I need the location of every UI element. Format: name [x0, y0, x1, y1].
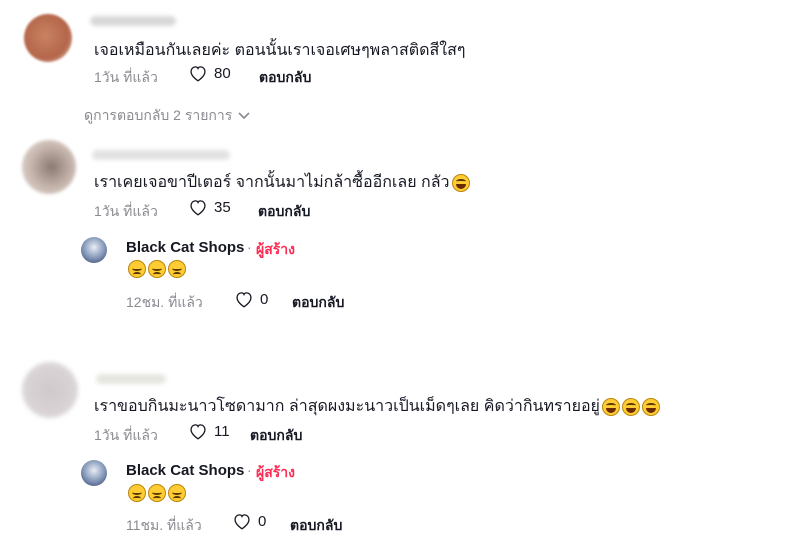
commenter-name-blurred: [92, 150, 230, 160]
commenter-avatar[interactable]: [22, 362, 78, 418]
reply-button[interactable]: ตอบกลับ: [259, 67, 311, 89]
view-replies-toggle[interactable]: ดูการตอบกลับ 2 รายการ: [84, 105, 250, 127]
comment-time: 1วัน ที่แล้ว: [94, 203, 158, 219]
tears-of-joy-emoji: [601, 397, 620, 416]
comment-time: 1วัน ที่แล้ว: [94, 69, 158, 85]
like-count: 0: [260, 290, 269, 308]
shop-avatar[interactable]: [81, 460, 107, 486]
like-button[interactable]: 80: [188, 64, 231, 82]
shop-avatar[interactable]: [81, 237, 107, 263]
commenter-name-blurred: [96, 374, 166, 384]
reply-time: 12ชม. ที่แล้ว: [126, 294, 203, 310]
like-count: 11: [214, 422, 230, 440]
pleading-face-emoji: [128, 484, 146, 502]
heart-outline-icon: [236, 292, 252, 308]
like-count: 80: [214, 64, 231, 82]
comment-text: เราเคยเจอขาปีเตอร์ จากนั้นมาไม่กล้าซื้ออ…: [94, 170, 470, 195]
like-button[interactable]: 35: [188, 198, 231, 216]
chevron-down-icon: [238, 112, 250, 120]
heart-outline-icon: [190, 66, 206, 82]
reply-button[interactable]: ตอบกลับ: [290, 515, 342, 537]
comment-text: เราขอบกินมะนาวโซดามาก ล่าสุดผงมะนาวเป็นเ…: [94, 394, 660, 419]
reply-like-button[interactable]: 0: [232, 512, 266, 530]
reply-author[interactable]: Black Cat Shops: [126, 462, 244, 479]
like-button[interactable]: 11: [188, 422, 230, 440]
commenter-avatar[interactable]: [24, 14, 72, 62]
reply-button[interactable]: ตอบกลับ: [250, 425, 302, 447]
creator-badge: ผู้สร้าง: [256, 464, 295, 480]
reply-button[interactable]: ตอบกลับ: [258, 201, 310, 223]
like-count: 0: [258, 512, 267, 530]
commenter-avatar[interactable]: [22, 140, 76, 194]
pleading-face-emoji: [148, 484, 166, 502]
comment-text: เจอเหมือนกันเลยค่ะ ตอนนั้นเราเจอเศษๆพลาส…: [94, 42, 466, 59]
tears-of-joy-emoji: [621, 397, 640, 416]
pleading-face-emoji: [168, 484, 186, 502]
tears-of-joy-emoji: [641, 397, 660, 416]
heart-outline-icon: [234, 514, 250, 530]
heart-outline-icon: [190, 200, 206, 216]
reply-emojis: [126, 260, 186, 278]
pleading-face-emoji: [148, 260, 166, 278]
tears-of-joy-emoji: [451, 173, 470, 192]
author-separator: ·: [247, 239, 252, 255]
comment-text-body: เราเคยเจอขาปีเตอร์ จากนั้นมาไม่กล้าซื้ออ…: [94, 174, 450, 191]
reply-time: 11ชม. ที่แล้ว: [126, 517, 202, 533]
like-count: 35: [214, 198, 231, 216]
commenter-name-blurred: [90, 16, 176, 26]
comment-time: 1วัน ที่แล้ว: [94, 427, 158, 443]
comment-text-body: เราขอบกินมะนาวโซดามาก ล่าสุดผงมะนาวเป็นเ…: [94, 398, 600, 415]
reply-button[interactable]: ตอบกลับ: [292, 292, 344, 314]
pleading-face-emoji: [128, 260, 146, 278]
view-replies-label: ดูการตอบกลับ 2 รายการ: [84, 107, 233, 123]
reply-emojis: [126, 484, 186, 502]
pleading-face-emoji: [168, 260, 186, 278]
author-separator: ·: [247, 462, 252, 478]
heart-outline-icon: [190, 424, 206, 440]
reply-author[interactable]: Black Cat Shops: [126, 239, 244, 256]
creator-badge: ผู้สร้าง: [256, 241, 295, 257]
reply-like-button[interactable]: 0: [234, 290, 268, 308]
